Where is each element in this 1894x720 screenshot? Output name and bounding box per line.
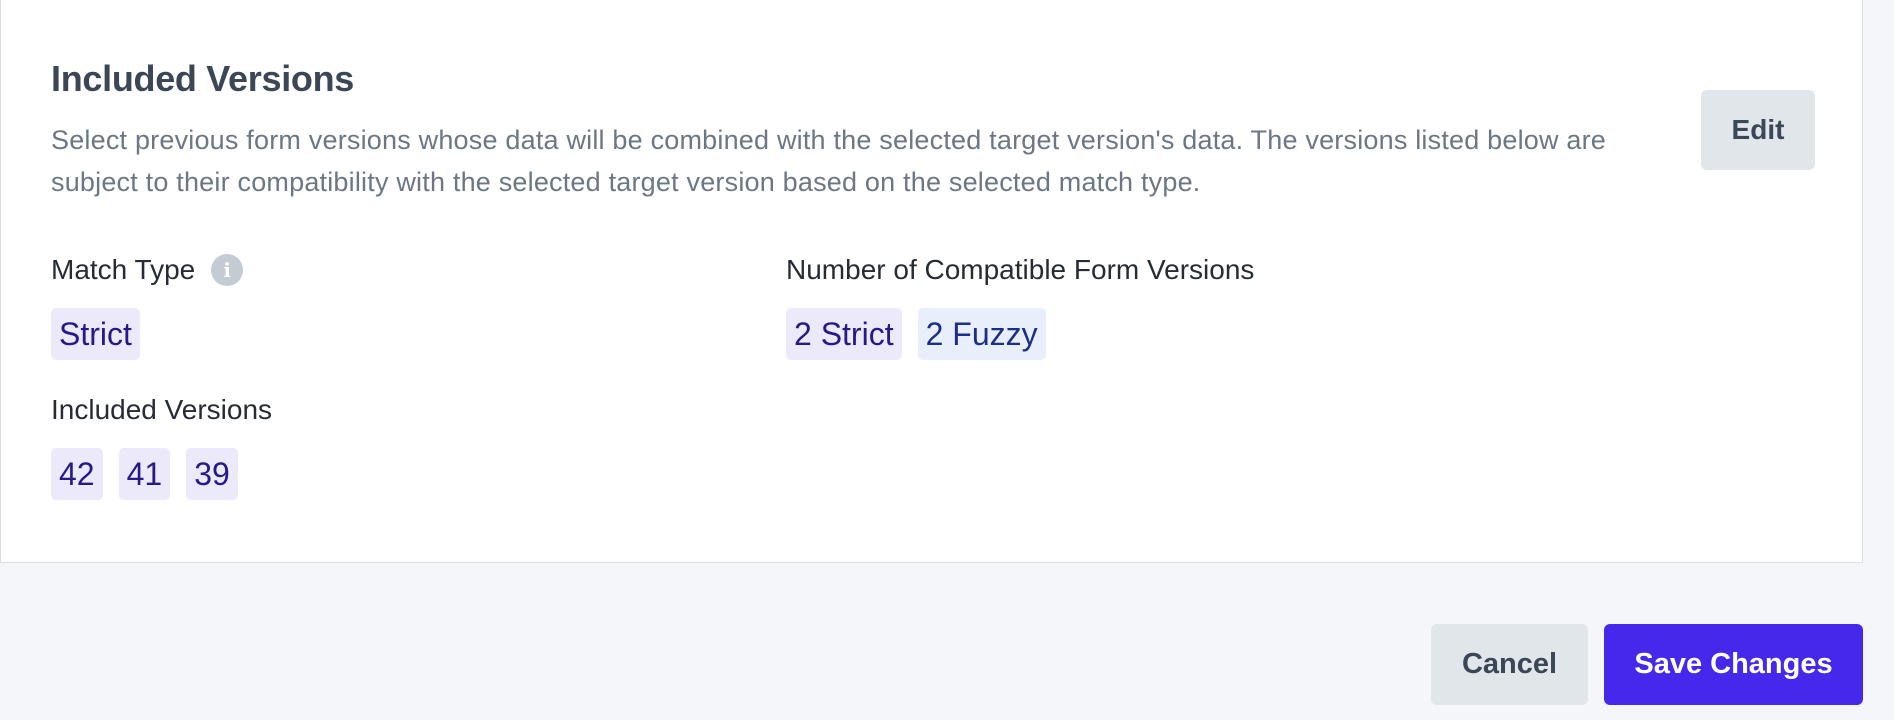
cancel-button[interactable]: Cancel (1431, 624, 1588, 705)
included-versions-label: Included Versions (51, 394, 273, 425)
section-description: Select previous form versions whose data… (51, 125, 1607, 197)
version-chip: 41 (118, 448, 171, 500)
match-type-chip: Strict (51, 308, 140, 360)
section-title: Included Versions (51, 58, 354, 99)
version-chip: 39 (186, 448, 238, 500)
strict-count-chip: 2 Strict (786, 308, 902, 360)
fuzzy-count-chip: 2 Fuzzy (917, 308, 1046, 360)
included-versions-chips: 42 41 39 (51, 448, 238, 500)
compatible-versions-chips: 2 Strict 2 Fuzzy (786, 308, 1046, 360)
match-type-label: Match Type (51, 254, 196, 285)
included-versions-field: Included Versions (51, 394, 272, 426)
compatible-versions-field: Number of Compatible Form Versions (786, 254, 1254, 286)
match-type-field: Match Type i (51, 254, 244, 286)
included-versions-card: Included Versions Select previous form v… (0, 0, 1863, 563)
footer-actions: Cancel Save Changes (1431, 624, 1863, 705)
version-chip: 42 (51, 448, 103, 500)
save-changes-button[interactable]: Save Changes (1604, 624, 1863, 705)
info-icon[interactable]: i (211, 254, 244, 286)
match-type-chips: Strict (51, 308, 140, 360)
edit-button[interactable]: Edit (1701, 90, 1815, 170)
compatible-versions-label: Number of Compatible Form Versions (786, 254, 1255, 285)
